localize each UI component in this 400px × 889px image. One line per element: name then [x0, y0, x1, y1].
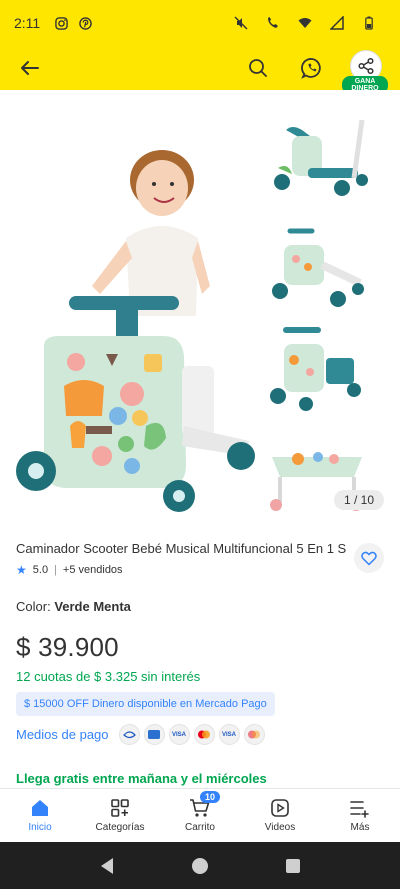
system-back-button[interactable]: [92, 851, 122, 881]
amex-icon: [143, 724, 165, 745]
color-value: Verde Menta: [54, 599, 131, 614]
rating-row[interactable]: ★ 5.0 | +5 vendidos: [16, 563, 386, 577]
instagram-icon: [54, 16, 68, 30]
circle-home-icon: [191, 857, 208, 874]
nav-home[interactable]: Inicio: [0, 789, 80, 842]
shipping-info: Llega gratis entre mañana y el miércoles: [16, 771, 267, 786]
visa-debit-icon: VISA: [218, 724, 240, 745]
nav-more-label: Más: [350, 822, 370, 833]
product-title: Caminador Scooter Bebé Musical Multifunc…: [16, 541, 347, 556]
installments-text: 12 cuotas de $ 3.325 sin interés: [16, 669, 201, 684]
home-icon: [32, 800, 48, 816]
favorite-button[interactable]: [354, 543, 384, 573]
promo-banner[interactable]: $ 15000 OFF Dinero disponible en Mercado…: [16, 692, 275, 716]
color-selector[interactable]: Color: Verde Menta: [16, 599, 386, 614]
search-icon: [249, 59, 267, 77]
triangle-back-icon: [100, 857, 113, 874]
nav-cart[interactable]: 10 Carrito: [160, 789, 240, 842]
status-time: 2:11: [14, 15, 41, 31]
thumbnail-walker-front[interactable]: [262, 324, 372, 412]
payment-methods-link[interactable]: Medios de pago: [16, 727, 109, 742]
product-info: Caminador Scooter Bebé Musical Multifunc…: [16, 540, 386, 786]
thumbnail-scooter[interactable]: [262, 118, 372, 206]
whatsapp-button[interactable]: [294, 50, 330, 86]
bottom-navigation: Inicio Categorías 10 Carrito Videos Más: [0, 788, 400, 842]
product-gallery[interactable]: 1 / 10: [0, 90, 400, 522]
system-home-button[interactable]: [185, 851, 215, 881]
mastercard-icon: [193, 724, 215, 745]
separator: |: [54, 564, 57, 576]
card-icon: [118, 724, 140, 745]
pinterest-icon: [78, 16, 92, 30]
share-icon: [358, 57, 374, 75]
menu-plus-icon: [350, 801, 369, 818]
nav-categories[interactable]: Categorías: [80, 789, 160, 842]
video-icon: [271, 799, 289, 817]
nav-home-label: Inicio: [28, 822, 52, 833]
search-button[interactable]: [240, 50, 276, 86]
visa-icon: VISA: [168, 724, 190, 745]
sold-count: +5 vendidos: [62, 564, 123, 576]
whatsapp-icon: [301, 58, 321, 79]
square-recents-icon: [286, 858, 301, 873]
status-bar: 2:11: [0, 0, 400, 46]
mute-icon: [234, 16, 248, 30]
cart-count-badge: 10: [200, 791, 221, 803]
nav-videos[interactable]: Videos: [240, 789, 320, 842]
system-navigation-bar: [0, 842, 400, 889]
arrow-left-icon: [21, 61, 39, 75]
share-earn-button[interactable]: GANA DINERO: [342, 50, 388, 94]
app-header: GANA DINERO: [0, 46, 400, 94]
nav-categories-label: Categorías: [95, 822, 145, 833]
signal-icon: [330, 16, 344, 30]
nav-cart-label: Carrito: [184, 822, 215, 833]
nav-more[interactable]: Más: [320, 789, 400, 842]
back-button[interactable]: [16, 54, 44, 82]
categories-icon: [111, 799, 129, 817]
mastercard-debit-icon: [243, 724, 265, 745]
nav-videos-label: Videos: [264, 822, 296, 833]
system-recents-button[interactable]: [278, 851, 308, 881]
thumbnail-walker-side[interactable]: [262, 221, 372, 309]
heart-icon: [361, 551, 377, 566]
main-product-image[interactable]: [14, 126, 259, 586]
rating-value: 5.0: [32, 564, 49, 576]
wifi-icon: [298, 16, 312, 30]
star-icon: ★: [16, 563, 27, 577]
thumbnail-strip[interactable]: [262, 118, 392, 530]
image-counter: 1 / 10: [333, 490, 384, 510]
payment-methods-row[interactable]: Medios de pago VISA VISA: [16, 724, 386, 745]
color-label: Color:: [16, 599, 51, 614]
product-price: $ 39.900: [16, 632, 119, 662]
wifi-call-icon: [266, 16, 280, 30]
battery-icon: [362, 16, 376, 30]
